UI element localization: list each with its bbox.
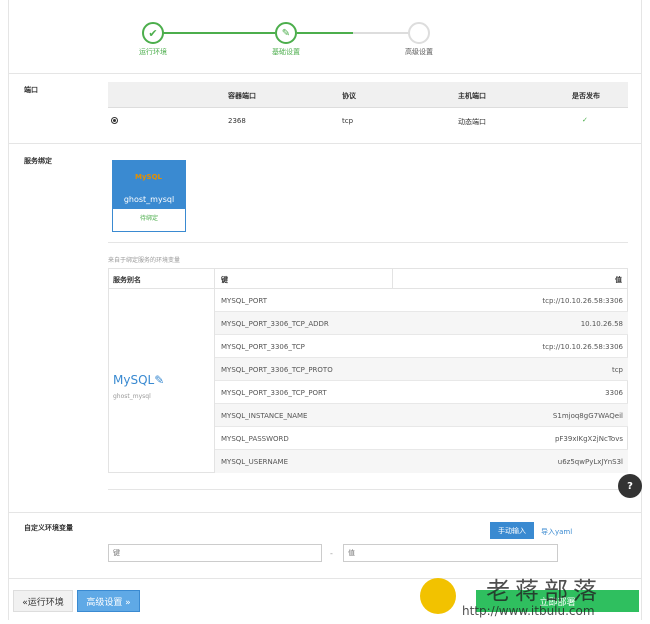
step-connector-2a (297, 32, 353, 34)
divider (8, 512, 642, 513)
env-row: MYSQL_PORT tcp://10.10.26.58:3306 (215, 289, 628, 312)
service-card-status[interactable]: 待绑定 (113, 213, 185, 222)
env-table-header: 服务别名 键 值 (109, 269, 627, 289)
env-value: pF39xIKgX2jNcTovs (554, 435, 623, 443)
step-connector-1 (163, 32, 275, 34)
service-binding-title: 服务绑定 (24, 157, 52, 165)
mysql-service-label: MySQL (113, 373, 155, 387)
mysql-logo-icon: MySQL (135, 173, 162, 181)
env-table: 服务别名 键 值 MySQL✎ ghost_mysql MYSQL_PORT t… (108, 268, 628, 473)
env-row: MYSQL_INSTANCE_NAME S1mjoq8gG7WAQeil (215, 404, 628, 427)
env-row: MYSQL_PORT_3306_TCP_PROTO tcp (215, 358, 628, 381)
env-value: tcp (611, 366, 623, 374)
step-1-label[interactable]: 运行环境 (113, 47, 193, 57)
env-row: MYSQL_PORT_3306_TCP tcp://10.10.26.58:33… (215, 335, 628, 358)
published-check-circle-icon: ✓ (582, 116, 588, 124)
import-yaml-link[interactable]: 导入yaml (541, 527, 572, 537)
step-1-check-icon[interactable]: ✔ (142, 22, 164, 44)
env-key: MYSQL_USERNAME (221, 458, 289, 466)
env-header-alias: 服务别名 (113, 276, 141, 284)
edit-icon[interactable]: ✎ (154, 373, 164, 387)
step-connector-2b (353, 32, 408, 34)
env-column-divider (392, 269, 393, 289)
env-header-key: 键 (221, 276, 228, 284)
divider (8, 143, 642, 144)
next-button[interactable]: 高级设置 » (77, 590, 140, 612)
step-3-label[interactable]: 高级设置 (379, 47, 459, 57)
env-key-input[interactable] (108, 544, 322, 562)
divider (8, 73, 642, 74)
ports-header-published: 是否发布 (572, 92, 600, 100)
env-value: u6z5qwPyLxJYnS3l (557, 458, 623, 466)
ports-section-title: 端口 (24, 86, 38, 94)
port-protocol-value: tcp (342, 117, 354, 125)
env-key: MYSQL_PORT_3306_TCP_PORT (221, 389, 327, 397)
service-card[interactable]: MySQL ghost_mysql 待绑定 (112, 160, 186, 232)
ports-header-container: 容器端口 (228, 92, 256, 100)
port-radio[interactable] (111, 117, 118, 124)
env-header-value: 值 (615, 276, 622, 284)
manual-input-button[interactable]: 手动输入 (490, 522, 534, 539)
ports-table-header: 容器端口 协议 主机端口 是否发布 (108, 82, 628, 108)
env-value: tcp://10.10.26.58:3306 (542, 343, 623, 351)
mysql-service-sub: ghost_mysql (113, 393, 151, 400)
service-card-name: ghost_mysql (123, 195, 175, 204)
step-2-label[interactable]: 基础设置 (246, 47, 326, 57)
ports-table-row: 2368 tcp 动态端口 ✓ (108, 108, 628, 136)
watermark-pencil-icon (420, 578, 456, 614)
env-key: MYSQL_PORT_3306_TCP_PROTO (221, 366, 333, 374)
watermark-url: http://www.itbulu.com (462, 604, 595, 618)
env-value: S1mjoq8gG7WAQeil (552, 412, 623, 420)
env-value: tcp://10.10.26.58:3306 (542, 297, 623, 305)
help-icon[interactable]: ? (618, 474, 642, 498)
ports-header-host: 主机端口 (458, 92, 486, 100)
watermark-text: 老蒋部落 (486, 577, 602, 605)
env-row: MYSQL_PASSWORD pF39xIKgX2jNcTovs (215, 427, 628, 450)
env-row: MYSQL_USERNAME u6z5qwPyLxJYnS3l (215, 450, 628, 473)
divider (108, 242, 628, 243)
step-2-edit-icon[interactable]: ✎ (275, 22, 297, 44)
custom-env-title: 自定义环境变量 (24, 524, 73, 532)
step-3-circle[interactable] (408, 22, 430, 44)
env-row: MYSQL_PORT_3306_TCP_PORT 3306 (215, 381, 628, 404)
env-key: MYSQL_PORT_3306_TCP (221, 343, 305, 351)
env-key: MYSQL_PORT_3306_TCP_ADDR (221, 320, 329, 328)
env-key: MYSQL_INSTANCE_NAME (221, 412, 308, 420)
service-card-header: MySQL ghost_mysql (113, 161, 185, 209)
mysql-service-link[interactable]: MySQL✎ (113, 373, 164, 387)
ports-header-protocol: 协议 (342, 92, 356, 100)
separator-dash: - (330, 549, 333, 558)
env-value-input[interactable] (343, 544, 558, 562)
divider (108, 489, 628, 490)
env-caption: 来自于绑定服务的环境变量 (108, 257, 181, 264)
env-value: 3306 (605, 389, 623, 397)
env-key: MYSQL_PORT (221, 297, 268, 305)
port-host-value: 动态端口 (458, 118, 486, 126)
env-key: MYSQL_PASSWORD (221, 435, 289, 443)
back-button[interactable]: «运行环境 (13, 590, 73, 612)
env-row: MYSQL_PORT_3306_TCP_ADDR 10.10.26.58 (215, 312, 628, 335)
env-value: 10.10.26.58 (580, 320, 623, 328)
port-container-value: 2368 (228, 117, 246, 125)
